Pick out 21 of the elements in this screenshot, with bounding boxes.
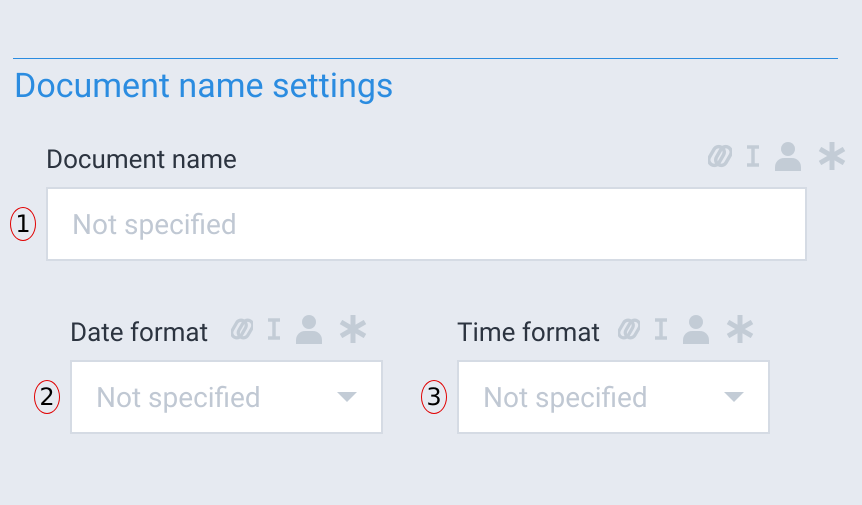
asterisk-icon bbox=[337, 313, 369, 345]
user-icon bbox=[295, 314, 323, 344]
text-input-field[interactable]: Not specified bbox=[46, 187, 807, 261]
asterisk-icon bbox=[724, 313, 756, 345]
section-title: Document name settings bbox=[14, 65, 394, 108]
caret-icon bbox=[724, 392, 744, 402]
select-dropdown[interactable]: Not specified bbox=[457, 360, 770, 434]
field-label: Document name bbox=[46, 144, 237, 176]
field-label: Date format bbox=[70, 317, 208, 349]
text-cursor-icon bbox=[267, 318, 281, 340]
user-icon bbox=[682, 314, 710, 344]
text-cursor-icon bbox=[654, 318, 668, 340]
asterisk-icon bbox=[816, 140, 848, 172]
number-marker: 1 bbox=[10, 207, 36, 241]
field-label: Time format bbox=[457, 317, 600, 349]
number-marker: 3 bbox=[421, 380, 447, 414]
user-icon bbox=[774, 141, 802, 171]
select-dropdown[interactable]: Not specified bbox=[70, 360, 383, 434]
caret-icon bbox=[337, 392, 357, 402]
number-marker: 2 bbox=[34, 380, 60, 414]
text-cursor-icon bbox=[746, 145, 760, 167]
